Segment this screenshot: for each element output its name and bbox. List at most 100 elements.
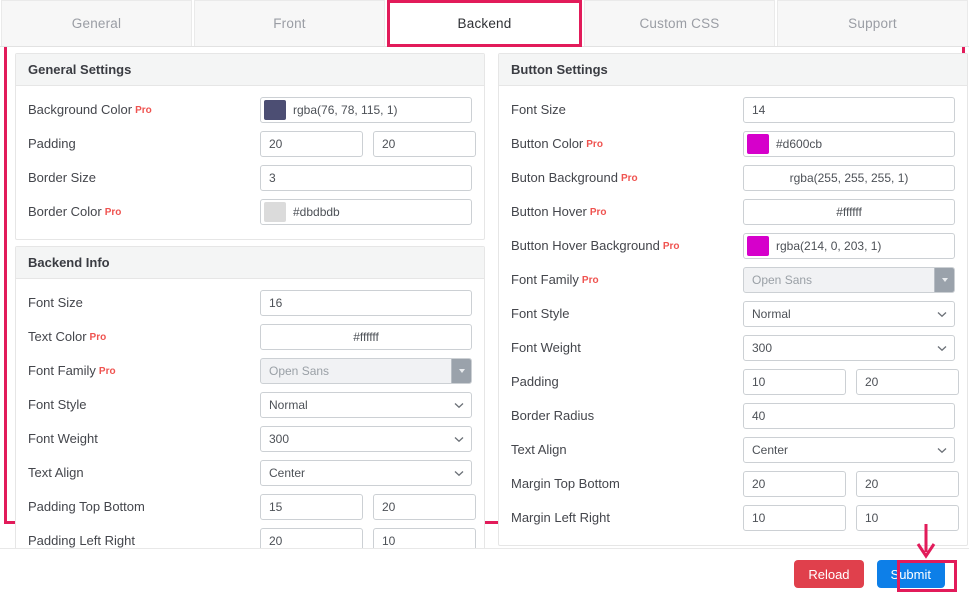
label-btn-font-weight: Font Weight <box>511 339 581 355</box>
margin-top-bottom-input-2[interactable]: 20 <box>856 470 959 497</box>
value: 10 <box>382 533 396 548</box>
value: 10 <box>752 374 766 389</box>
btn-padding-input-2[interactable]: 20 <box>856 368 959 395</box>
padding-top-bottom-input-2[interactable]: 20 <box>373 493 476 520</box>
pro-badge: Pro <box>581 274 599 286</box>
padding-value-1: 20 <box>269 136 283 151</box>
text-color-input[interactable]: #ffffff <box>260 323 472 350</box>
field-row-btn-font-weight: Font Weight 300 <box>511 331 955 364</box>
font-weight-value: 300 <box>269 431 290 446</box>
border-size-value: 3 <box>269 170 276 185</box>
btn-font-style-select[interactable]: Normal <box>743 300 955 327</box>
tab-general[interactable]: General <box>1 0 192 46</box>
footer-actions: Reload Submit <box>0 548 969 599</box>
text-align-select[interactable]: Center <box>260 459 472 486</box>
border-color-value: #dbdbdb <box>293 204 340 219</box>
backend-info-title: Backend Info <box>16 247 484 279</box>
field-row-btn-font-style: Font Style Normal <box>511 297 955 330</box>
color-swatch <box>264 99 286 120</box>
pro-badge: Pro <box>89 331 107 343</box>
margin-left-right-input-1[interactable]: 10 <box>743 504 846 531</box>
reload-button[interactable]: Reload <box>794 560 864 588</box>
field-row-font-size: Font Size 16 <box>28 286 472 319</box>
font-size-input[interactable]: 16 <box>260 289 472 316</box>
right-column: Button Settings Font Size 14 Button Colo… <box>498 53 968 546</box>
value: 20 <box>752 476 766 491</box>
pro-badge: Pro <box>586 138 603 150</box>
tab-support[interactable]: Support <box>777 0 968 46</box>
font-family-select[interactable]: Open Sans <box>260 357 472 384</box>
btn-font-weight-select[interactable]: 300 <box>743 334 955 361</box>
value: Center <box>752 442 789 457</box>
btn-font-size-input[interactable]: 14 <box>743 96 955 123</box>
label-text: Button Color <box>511 135 584 151</box>
field-row-text-align: Text Align Center <box>28 456 472 489</box>
font-size-value: 16 <box>269 295 283 310</box>
btn-text-align-select[interactable]: Center <box>743 436 955 463</box>
label-font-weight: Font Weight <box>28 430 98 446</box>
submit-button[interactable]: Submit <box>876 560 945 588</box>
label-btn-font-size: Font Size <box>511 101 566 117</box>
tab-front[interactable]: Front <box>194 0 385 46</box>
tab-label: Support <box>848 16 897 31</box>
field-row-border-color: Border Color Pro #dbdbdb <box>28 195 472 228</box>
button-settings-title: Button Settings <box>499 54 967 86</box>
btn-font-family-select[interactable]: Open Sans <box>743 266 955 293</box>
label-button-hover-background: Button Hover Background Pro <box>511 238 743 254</box>
padding-value-2: 20 <box>382 136 396 151</box>
btn-padding-input-1[interactable]: 10 <box>743 368 846 395</box>
margin-top-bottom-input-1[interactable]: 20 <box>743 470 846 497</box>
border-radius-input[interactable]: 40 <box>743 402 955 429</box>
tab-custom-css[interactable]: Custom CSS <box>584 0 775 46</box>
settings-page: General Front Backend Custom CSS Support… <box>0 0 969 599</box>
value: 20 <box>865 374 879 389</box>
label-text: Text Color <box>28 328 87 344</box>
label-btn-font-style: Font Style <box>511 305 570 321</box>
pro-badge: Pro <box>135 104 152 116</box>
field-row-font-weight: Font Weight 300 <box>28 422 472 455</box>
value: rgba(214, 0, 203, 1) <box>776 238 882 253</box>
button-color-input[interactable]: #d600cb <box>743 130 955 157</box>
color-swatch <box>264 201 286 222</box>
padding-input-2[interactable]: 20 <box>373 130 476 157</box>
border-size-input[interactable]: 3 <box>260 164 472 191</box>
label-text: Font Family <box>28 362 96 378</box>
tab-bar: General Front Backend Custom CSS Support <box>0 0 969 47</box>
chevron-down-icon <box>937 345 947 351</box>
label-btn-padding: Padding <box>511 373 559 389</box>
label-border-size: Border Size <box>28 169 96 185</box>
font-family-value: Open Sans <box>269 363 330 378</box>
label-padding-left-right: Padding Left Right <box>28 532 135 548</box>
button-hover-input[interactable]: #ffffff <box>743 198 955 225</box>
font-style-select[interactable]: Normal <box>260 391 472 418</box>
button-hover-background-input[interactable]: rgba(214, 0, 203, 1) <box>743 232 955 259</box>
pro-badge: Pro <box>620 172 638 184</box>
border-color-input[interactable]: #dbdbdb <box>260 198 472 225</box>
padding-input-1[interactable]: 20 <box>260 130 363 157</box>
text-align-value: Center <box>269 465 306 480</box>
label-margin-left-right: Margin Left Right <box>511 509 610 525</box>
field-row-background-color: Background Color Pro rgba(76, 78, 115, 1) <box>28 93 472 126</box>
value: 40 <box>752 408 766 423</box>
tab-backend[interactable]: Backend <box>387 0 582 47</box>
label-font-style: Font Style <box>28 396 87 412</box>
chevron-down-icon <box>937 311 947 317</box>
label-button-background: Buton Background Pro <box>511 170 743 186</box>
tab-label: Front <box>273 16 306 31</box>
field-row-btn-font-family: Font Family Pro Open Sans <box>511 263 955 296</box>
padding-top-bottom-input-1[interactable]: 15 <box>260 493 363 520</box>
background-color-input[interactable]: rgba(76, 78, 115, 1) <box>260 96 472 123</box>
label-text: Buton Background <box>511 169 618 185</box>
label-text: Background Color <box>28 101 133 117</box>
field-row-button-hover: Button Hover Pro #ffffff <box>511 195 955 228</box>
font-weight-select[interactable]: 300 <box>260 425 472 452</box>
margin-left-right-input-2[interactable]: 10 <box>856 504 959 531</box>
value: 10 <box>865 510 879 525</box>
tab-label: Backend <box>457 16 512 31</box>
value: 20 <box>382 499 396 514</box>
label-font-size: Font Size <box>28 294 83 310</box>
color-swatch <box>747 133 769 154</box>
button-background-input[interactable]: rgba(255, 255, 255, 1) <box>743 164 955 191</box>
value: Open Sans <box>752 272 813 287</box>
field-row-button-hover-background: Button Hover Background Pro rgba(214, 0, … <box>511 229 955 262</box>
